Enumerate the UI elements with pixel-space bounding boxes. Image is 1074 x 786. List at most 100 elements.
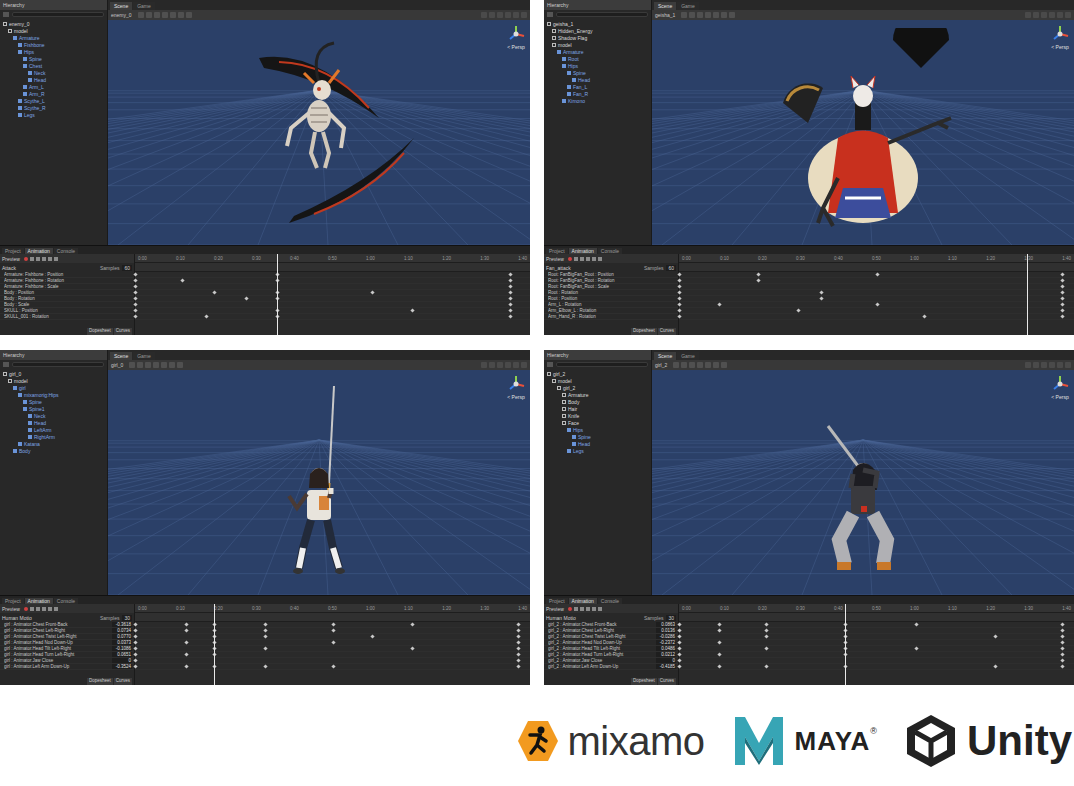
tree-item[interactable]: Neck xyxy=(0,69,107,76)
record-icon[interactable] xyxy=(568,607,572,611)
tool-icon[interactable] xyxy=(154,12,160,18)
tool-icon[interactable] xyxy=(681,362,687,368)
playhead[interactable] xyxy=(845,604,846,685)
keyframe[interactable] xyxy=(875,302,879,306)
property-value[interactable]: -0.1086 xyxy=(112,646,132,651)
tree-item[interactable]: Knife xyxy=(544,412,651,419)
property-value[interactable]: 0.0734 xyxy=(112,628,132,633)
property-value[interactable]: -0.3618 xyxy=(112,622,132,627)
tree-item[interactable]: Neck xyxy=(0,412,107,419)
add-icon[interactable] xyxy=(547,362,553,367)
keyframe[interactable] xyxy=(133,634,137,638)
dopesheet[interactable]: 0:000:100:200:300:400:501:001:101:201:30… xyxy=(135,604,530,685)
keyframe[interactable] xyxy=(1061,652,1065,656)
transport-icon[interactable] xyxy=(580,607,584,611)
tool-icon[interactable] xyxy=(186,12,192,18)
tree-item[interactable]: Spine xyxy=(544,69,651,76)
scene-viewport[interactable]: < Persp xyxy=(652,20,1074,245)
samples-field[interactable]: 60 xyxy=(122,265,132,271)
keyframe[interactable] xyxy=(133,664,137,668)
keyframe[interactable] xyxy=(264,628,268,632)
tree-item[interactable]: enemy_0 xyxy=(0,20,107,27)
property-value[interactable]: -0.4185 xyxy=(656,664,676,669)
tree-item[interactable]: Arm_L xyxy=(0,83,107,90)
keyframe[interactable] xyxy=(264,634,268,638)
transport-icon[interactable] xyxy=(586,607,590,611)
keyframe[interactable] xyxy=(133,290,137,294)
keyframe[interactable] xyxy=(820,296,824,300)
transport-icon[interactable] xyxy=(598,607,602,611)
keyframe[interactable] xyxy=(133,308,137,312)
keyframe[interactable] xyxy=(1061,308,1065,312)
transport-icon[interactable] xyxy=(30,257,34,261)
tool-icon[interactable] xyxy=(138,12,144,18)
tree-item[interactable]: Head xyxy=(0,76,107,83)
keyframe[interactable] xyxy=(677,628,681,632)
keyframe[interactable] xyxy=(133,296,137,300)
keyframe[interactable] xyxy=(756,278,760,282)
property-value[interactable]: -0.0286 xyxy=(656,634,676,639)
keyframe[interactable] xyxy=(1061,278,1065,282)
tool-icon[interactable] xyxy=(170,12,176,18)
search-field[interactable] xyxy=(12,362,104,367)
samples-field[interactable]: 60 xyxy=(666,265,676,271)
keyframe[interactable] xyxy=(717,622,721,626)
keyframe[interactable] xyxy=(1061,622,1065,626)
keyframe[interactable] xyxy=(914,646,918,650)
view-option-icon[interactable] xyxy=(513,12,519,18)
tool-icon[interactable] xyxy=(721,12,727,18)
record-icon[interactable] xyxy=(24,607,28,611)
view-mode-button[interactable]: Curves xyxy=(114,328,132,335)
property-value[interactable]: 0.0136 xyxy=(656,628,676,633)
keyframe[interactable] xyxy=(677,308,681,312)
view-option-icon[interactable] xyxy=(505,12,511,18)
tree-item[interactable]: Hair xyxy=(544,405,651,412)
property-value[interactable]: 0.0863 xyxy=(656,622,676,627)
tree-item[interactable]: Hips xyxy=(544,426,651,433)
tool-icon[interactable] xyxy=(689,12,695,18)
tree-item[interactable]: Fan_L xyxy=(544,83,651,90)
keyframe[interactable] xyxy=(264,646,268,650)
record-icon[interactable] xyxy=(24,257,28,261)
view-mode-button[interactable]: Curves xyxy=(658,678,676,685)
keyframe[interactable] xyxy=(509,308,513,312)
keyframe[interactable] xyxy=(517,652,521,656)
tool-icon[interactable] xyxy=(681,12,687,18)
keyframe[interactable] xyxy=(133,658,137,662)
tool-icon[interactable] xyxy=(178,12,184,18)
view-option-icon[interactable] xyxy=(1025,12,1031,18)
keyframe[interactable] xyxy=(264,622,268,626)
tree-item[interactable]: Root xyxy=(544,55,651,62)
playhead[interactable] xyxy=(1027,254,1028,335)
keyframe[interactable] xyxy=(181,278,185,282)
tool-icon[interactable] xyxy=(713,12,719,18)
hierarchy-title[interactable]: Hierarchy xyxy=(3,2,24,8)
tool-icon[interactable] xyxy=(177,362,183,368)
clip-dropdown[interactable]: Human Motio xyxy=(546,615,641,621)
view-option-icon[interactable] xyxy=(497,12,503,18)
transport-icon[interactable] xyxy=(574,607,578,611)
view-mode-button[interactable]: Curves xyxy=(114,678,132,685)
preview-button[interactable]: Preview xyxy=(546,256,566,262)
tree-item[interactable]: Fishbone xyxy=(0,41,107,48)
keyframe[interactable] xyxy=(212,290,216,294)
keyframe[interactable] xyxy=(185,664,189,668)
scene-tab[interactable]: Game xyxy=(677,352,699,360)
keyframe[interactable] xyxy=(410,646,414,650)
keyframe[interactable] xyxy=(517,664,521,668)
keyframe[interactable] xyxy=(133,640,137,644)
keyframe[interactable] xyxy=(331,628,335,632)
tree-item[interactable]: Scythe_L xyxy=(0,97,107,104)
transport-icon[interactable] xyxy=(30,607,34,611)
view-option-icon[interactable] xyxy=(1057,12,1063,18)
tool-icon[interactable] xyxy=(153,362,159,368)
keyframe[interactable] xyxy=(677,314,681,318)
keyframe[interactable] xyxy=(185,652,189,656)
keyframe[interactable] xyxy=(764,622,768,626)
transport-icon[interactable] xyxy=(42,257,46,261)
keyframe[interactable] xyxy=(509,290,513,294)
property-row[interactable]: girl : Animator.Left Arm Down-Up-0.3524 xyxy=(0,664,134,670)
keyframe[interactable] xyxy=(993,664,997,668)
tree-item[interactable]: Chest xyxy=(0,62,107,69)
scene-tab[interactable]: Scene xyxy=(110,352,132,360)
